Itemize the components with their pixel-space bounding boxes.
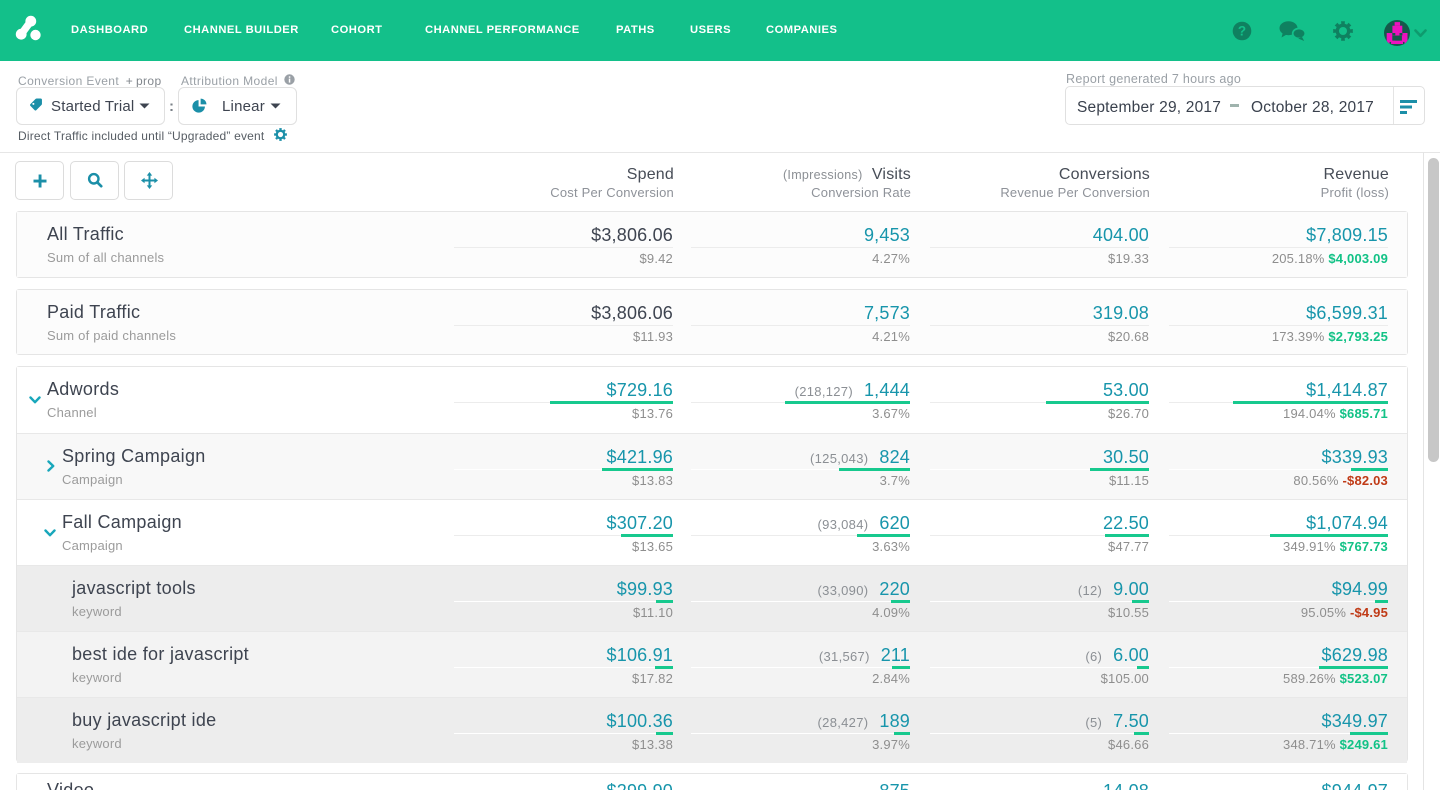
svg-text:?: ?: [1238, 24, 1246, 39]
